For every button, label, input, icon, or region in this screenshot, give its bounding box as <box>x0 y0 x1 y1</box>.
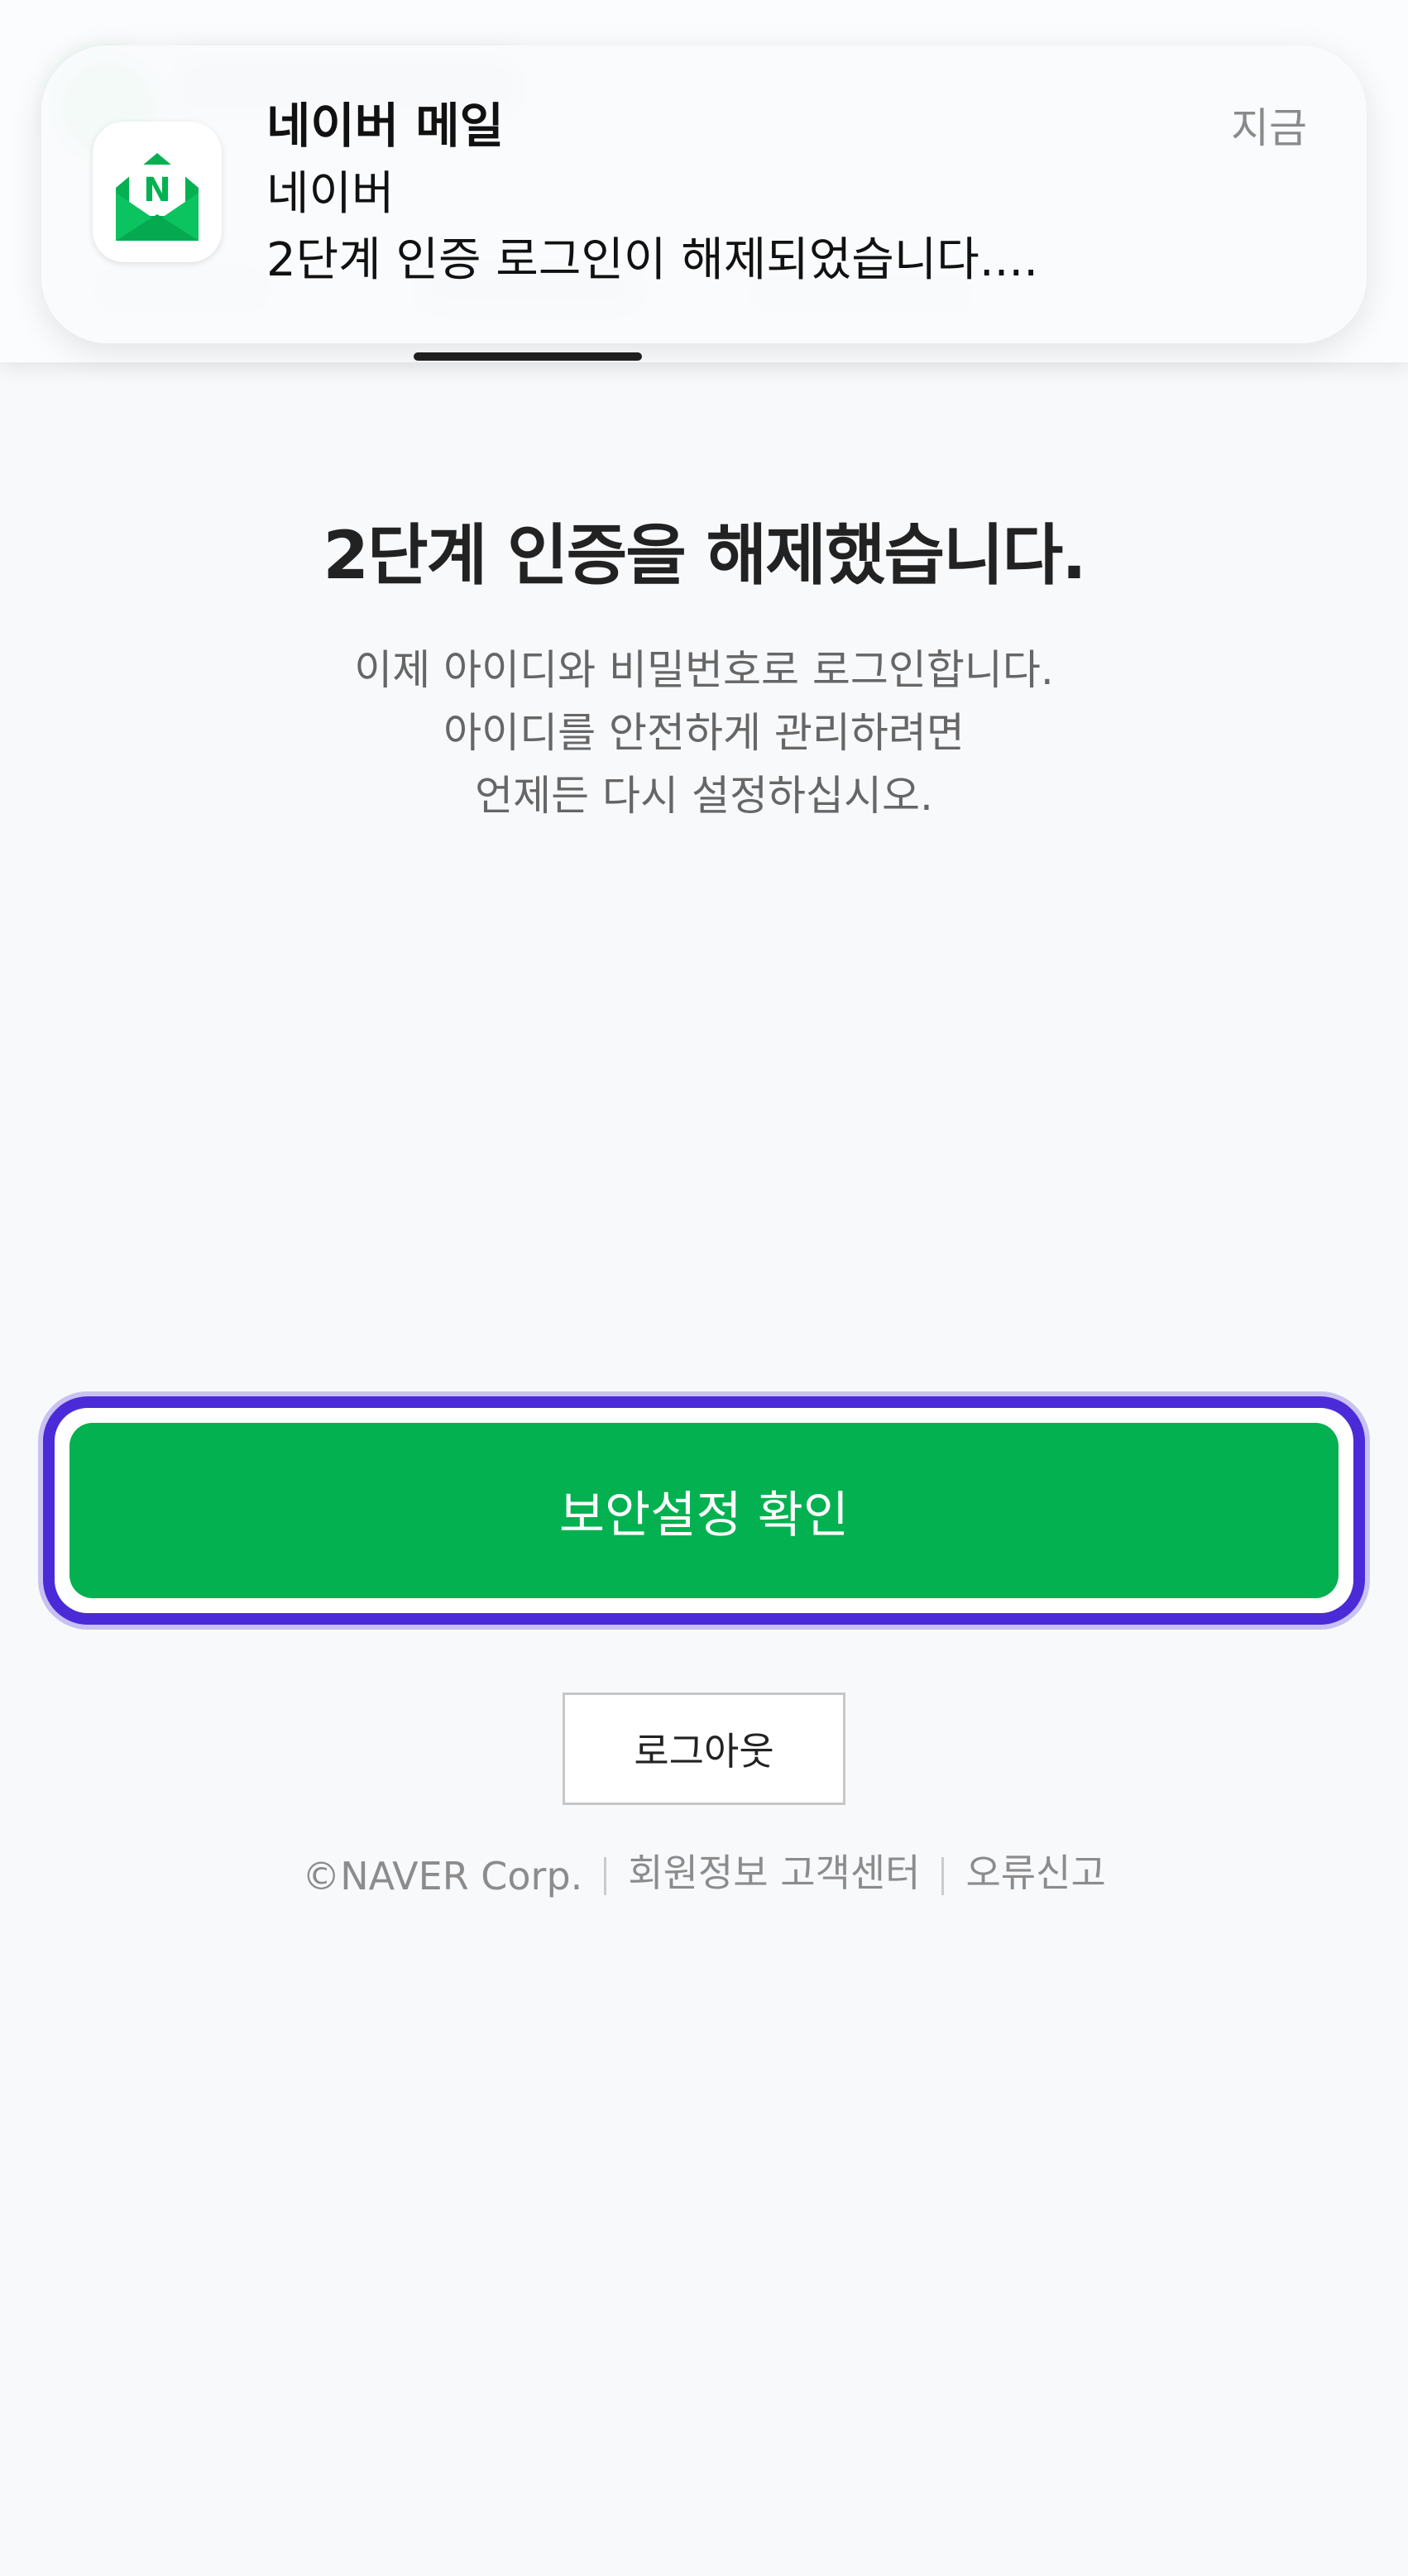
logout-button[interactable]: 로그아웃 <box>563 1693 845 1805</box>
push-notification[interactable]: N 네이버 메일 지금 네이버 2단계 인증 로그인이 해제되었습니다.... <box>41 45 1367 343</box>
main-content: 2단계 인증을 해제했습니다. 이제 아이디와 비밀번호로 로그인합니다. 아이… <box>0 463 1408 1898</box>
description: 이제 아이디와 비밀번호로 로그인합니다. 아이디를 안전하게 관리하려면 언제… <box>0 639 1408 827</box>
report-error-link[interactable]: 오류신고 <box>965 1851 1105 1895</box>
notification-time: 지금 <box>1231 104 1307 152</box>
svg-text:N: N <box>143 171 170 209</box>
copyright: ©NAVER Corp. <box>302 1853 583 1898</box>
naver-mail-app-icon: N <box>93 122 222 262</box>
description-line: 아이디를 안전하게 관리하려면 <box>443 709 965 757</box>
check-security-settings-button[interactable]: 보안설정 확인 <box>69 1423 1339 1598</box>
description-line: 이제 아이디와 비밀번호로 로그인합니다. <box>354 646 1054 694</box>
notification-message: 2단계 인증 로그인이 해제되었습니다.... <box>266 233 1039 287</box>
notification-app-name: 네이버 메일 <box>266 98 504 154</box>
page-title: 2단계 인증을 해제했습니다. <box>323 517 1086 594</box>
primary-button-focus-ring: 보안설정 확인 <box>43 1396 1365 1625</box>
member-info-help-center-link[interactable]: 회원정보 고객센터 <box>628 1851 920 1895</box>
description-line: 언제든 다시 설정하십시오. <box>475 772 933 820</box>
notification-grabber[interactable] <box>414 352 642 361</box>
footer-divider <box>604 1856 607 1895</box>
footer: ©NAVER Corp. 회원정보 고객센터 오류신고 <box>0 1843 1408 1898</box>
mail-envelope-icon: N <box>116 153 199 241</box>
footer-divider <box>941 1856 945 1895</box>
notification-sender: 네이버 <box>266 167 395 221</box>
